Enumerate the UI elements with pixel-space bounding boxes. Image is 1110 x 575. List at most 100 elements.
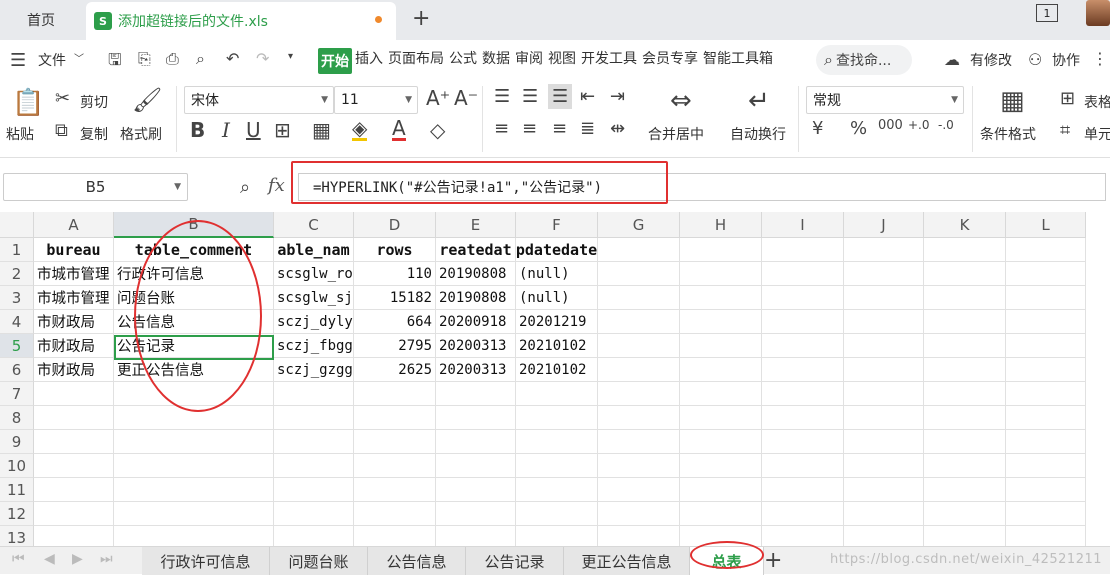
cell-b8[interactable] <box>114 406 274 430</box>
cell-g7[interactable] <box>598 382 680 406</box>
cell-a6[interactable]: 市财政局 <box>34 358 114 382</box>
cell-c12[interactable] <box>274 502 354 526</box>
cell-c10[interactable] <box>274 454 354 478</box>
cell-k12[interactable] <box>924 502 1006 526</box>
cell-l2[interactable] <box>1006 262 1086 286</box>
cell-c4[interactable]: sczj_dyly <box>274 310 354 334</box>
cell-f2[interactable]: (null) <box>516 262 598 286</box>
cell-i2[interactable] <box>762 262 844 286</box>
cell-j8[interactable] <box>844 406 924 430</box>
cell-d9[interactable] <box>354 430 436 454</box>
chevron-down-icon[interactable]: ﹀ <box>74 50 84 65</box>
cell-a2[interactable]: 市城市管理 <box>34 262 114 286</box>
cell-h5[interactable] <box>680 334 762 358</box>
cell-c13[interactable] <box>274 526 354 546</box>
cell-j10[interactable] <box>844 454 924 478</box>
cell-i6[interactable] <box>762 358 844 382</box>
cell-b2[interactable]: 行政许可信息 <box>114 262 274 286</box>
cell-h2[interactable] <box>680 262 762 286</box>
cell-j3[interactable] <box>844 286 924 310</box>
column-header-h[interactable]: H <box>680 212 762 238</box>
cell-a12[interactable] <box>34 502 114 526</box>
new-tab-button[interactable]: + <box>412 6 430 31</box>
cell-b13[interactable] <box>114 526 274 546</box>
row-header-11[interactable]: 11 <box>0 478 34 502</box>
modified-label[interactable]: 有修改 <box>968 50 1014 70</box>
copy-icon[interactable]: ⧉ <box>55 120 68 141</box>
cell-h10[interactable] <box>680 454 762 478</box>
cell-b6[interactable]: 更正公告信息 <box>114 358 274 382</box>
column-header-f[interactable]: F <box>516 212 598 238</box>
cell-c9[interactable] <box>274 430 354 454</box>
select-all-corner[interactable] <box>0 212 34 238</box>
undo-icon[interactable]: ↶ <box>226 49 239 68</box>
cell-g9[interactable] <box>598 430 680 454</box>
home-tab[interactable]: 首页 <box>0 0 82 40</box>
cell-d12[interactable] <box>354 502 436 526</box>
cell-b3[interactable]: 问题台账 <box>114 286 274 310</box>
cell-icon[interactable]: ⌗ <box>1060 120 1070 141</box>
cell-a10[interactable] <box>34 454 114 478</box>
page-indicator-icon[interactable]: 1 <box>1036 4 1058 22</box>
sheet-tab-4[interactable]: 更正公告信息 <box>564 547 690 575</box>
cell-h3[interactable] <box>680 286 762 310</box>
row-header-10[interactable]: 10 <box>0 454 34 478</box>
cut-button[interactable]: 剪切 <box>80 92 108 112</box>
cell-j12[interactable] <box>844 502 924 526</box>
merge-center-icon[interactable]: ⇔ <box>670 86 692 116</box>
font-name-select[interactable]: 宋体 ▼ <box>184 86 334 114</box>
cell-l13[interactable] <box>1006 526 1086 546</box>
cell-d8[interactable] <box>354 406 436 430</box>
customize-chevron-icon[interactable]: ▾ <box>288 51 293 62</box>
cell-k2[interactable] <box>924 262 1006 286</box>
fill-style-icon[interactable]: ▦ <box>312 118 331 142</box>
cell-e4[interactable]: 20200918 <box>436 310 516 334</box>
table-style-icon[interactable]: ⊞ <box>1060 88 1075 109</box>
sheet-tab-5[interactable]: 总表 <box>690 547 764 575</box>
cell-j13[interactable] <box>844 526 924 546</box>
print-icon[interactable]: ⎙ <box>166 49 179 69</box>
column-header-a[interactable]: A <box>34 212 114 238</box>
cell-b9[interactable] <box>114 430 274 454</box>
tab-1[interactable]: 插入 <box>353 48 385 74</box>
format-painter-button[interactable]: 格式刷 <box>120 124 162 144</box>
cell-c3[interactable]: scsglw_sj <box>274 286 354 310</box>
font-size-select[interactable]: 11 ▼ <box>334 86 418 114</box>
cell-i13[interactable] <box>762 526 844 546</box>
row-header-13[interactable]: 13 <box>0 526 34 546</box>
cell-i10[interactable] <box>762 454 844 478</box>
cell-d2[interactable]: 110 <box>354 262 436 286</box>
cell-g1[interactable] <box>598 238 680 262</box>
cell-e5[interactable]: 20200313 <box>436 334 516 358</box>
tab-2[interactable]: 页面布局 <box>386 48 446 74</box>
cell-k7[interactable] <box>924 382 1006 406</box>
row-header-3[interactable]: 3 <box>0 286 34 310</box>
cell-d3[interactable]: 15182 <box>354 286 436 310</box>
align-center-icon[interactable]: ≡ <box>522 118 537 139</box>
cell-g12[interactable] <box>598 502 680 526</box>
cell-c1[interactable]: able_nam <box>274 238 354 262</box>
column-header-i[interactable]: I <box>762 212 844 238</box>
cell-a8[interactable] <box>34 406 114 430</box>
fill-color-icon[interactable]: ◈ <box>352 118 368 141</box>
cell-l11[interactable] <box>1006 478 1086 502</box>
increase-indent-icon[interactable]: ⇥ <box>610 86 625 107</box>
cell-e13[interactable] <box>436 526 516 546</box>
cell-f5[interactable]: 20210102 <box>516 334 598 358</box>
cell-i7[interactable] <box>762 382 844 406</box>
cell-e11[interactable] <box>436 478 516 502</box>
row-header-6[interactable]: 6 <box>0 358 34 382</box>
redo-icon[interactable]: ↷ <box>256 49 269 68</box>
cell-e7[interactable] <box>436 382 516 406</box>
cell-j11[interactable] <box>844 478 924 502</box>
cell-l10[interactable] <box>1006 454 1086 478</box>
cell-a5[interactable]: 市财政局 <box>34 334 114 358</box>
cell-j7[interactable] <box>844 382 924 406</box>
add-sheet-button[interactable]: + <box>764 548 782 573</box>
cell-i5[interactable] <box>762 334 844 358</box>
document-tab[interactable]: S 添加超链接后的文件.xls <box>86 2 396 40</box>
merge-center-button[interactable]: 合并居中 <box>648 124 704 144</box>
formula-input[interactable]: =HYPERLINK("#公告记录!a1","公告记录") <box>298 173 1106 201</box>
cell-c11[interactable] <box>274 478 354 502</box>
column-header-j[interactable]: J <box>844 212 924 238</box>
